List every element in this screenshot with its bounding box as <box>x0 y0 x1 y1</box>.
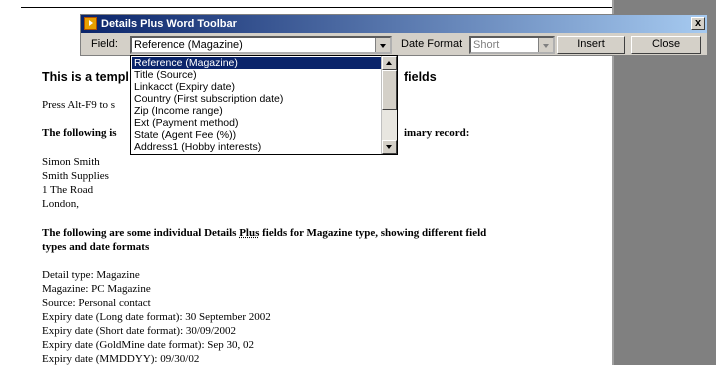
scroll-up-icon[interactable] <box>382 56 397 70</box>
scroll-thumb[interactable] <box>382 70 397 110</box>
detail-line: Expiry date (GoldMine date format): Sep … <box>42 339 255 351</box>
dropdown-option[interactable]: Reference (Magazine) <box>132 57 381 69</box>
close-button[interactable]: Close <box>631 36 701 54</box>
detail-line: Source: Personal contact <box>42 297 151 309</box>
insert-button[interactable]: Insert <box>557 36 625 54</box>
fields-heading-line1: The following are some individual Detail… <box>42 226 486 240</box>
detail-line: Detail type: Magazine <box>42 269 140 281</box>
field-label: Field: <box>91 38 118 50</box>
dropdown-option[interactable]: Address1 (Hobby interests) <box>132 141 381 153</box>
fields-heading-part: fields for Magazine type, showing differ… <box>259 227 487 239</box>
details-plus-toolbar: Details Plus Word Toolbar x Field: Refer… <box>80 14 708 56</box>
chevron-down-icon[interactable] <box>538 38 553 52</box>
fields-heading-part: The following are some individual Detail… <box>42 227 240 239</box>
close-icon[interactable]: x <box>691 17 705 30</box>
date-format-select[interactable]: Short <box>469 36 555 54</box>
scroll-down-icon[interactable] <box>382 140 397 154</box>
fields-heading-plus: Plus <box>239 227 260 239</box>
doc-press-line: Press Alt-F9 to s <box>42 99 116 111</box>
field-dropdown-list[interactable]: Reference (Magazine) Title (Source) Link… <box>130 55 398 155</box>
dropdown-option[interactable]: Title (Source) <box>132 69 381 81</box>
address-line: London, <box>42 198 79 210</box>
detail-line: Expiry date (Long date format): 30 Septe… <box>42 311 271 323</box>
app-logo-icon <box>84 17 97 30</box>
field-select[interactable]: Reference (Magazine) <box>130 36 392 54</box>
date-format-value: Short <box>473 39 500 51</box>
address-line: Simon Smith <box>42 156 100 168</box>
dropdown-option[interactable]: Zip (Income range) <box>132 105 381 117</box>
address-line: Smith Supplies <box>42 170 109 182</box>
toolbar-titlebar[interactable]: Details Plus Word Toolbar x <box>81 15 707 33</box>
detail-line: Expiry date (MMDDYY): 09/30/02 <box>42 353 200 365</box>
dropdown-scrollbar[interactable] <box>381 56 397 154</box>
doc-heading-left: This is a templ <box>42 70 129 84</box>
doc-following-left: The following is <box>42 127 117 139</box>
toolbar-title: Details Plus Word Toolbar <box>101 18 237 30</box>
dropdown-option[interactable]: Country (First subscription date) <box>132 93 381 105</box>
date-format-label: Date Format <box>401 38 463 50</box>
doc-heading-right: fields <box>404 70 437 84</box>
address-line: 1 The Road <box>42 184 94 196</box>
dropdown-option[interactable]: Linkacct (Expiry date) <box>132 81 381 93</box>
fields-heading-line2: types and date formats <box>42 241 150 253</box>
doc-following-right: imary record: <box>404 127 470 139</box>
field-select-value: Reference (Magazine) <box>134 39 243 51</box>
chevron-down-icon[interactable] <box>375 38 390 52</box>
dropdown-option[interactable]: Ext (Payment method) <box>132 117 381 129</box>
dropdown-option[interactable]: State (Agent Fee (%)) <box>132 129 381 141</box>
detail-line: Magazine: PC Magazine <box>42 283 151 295</box>
detail-line: Expiry date (Short date format): 30/09/2… <box>42 325 236 337</box>
page-top-border <box>21 7 612 8</box>
